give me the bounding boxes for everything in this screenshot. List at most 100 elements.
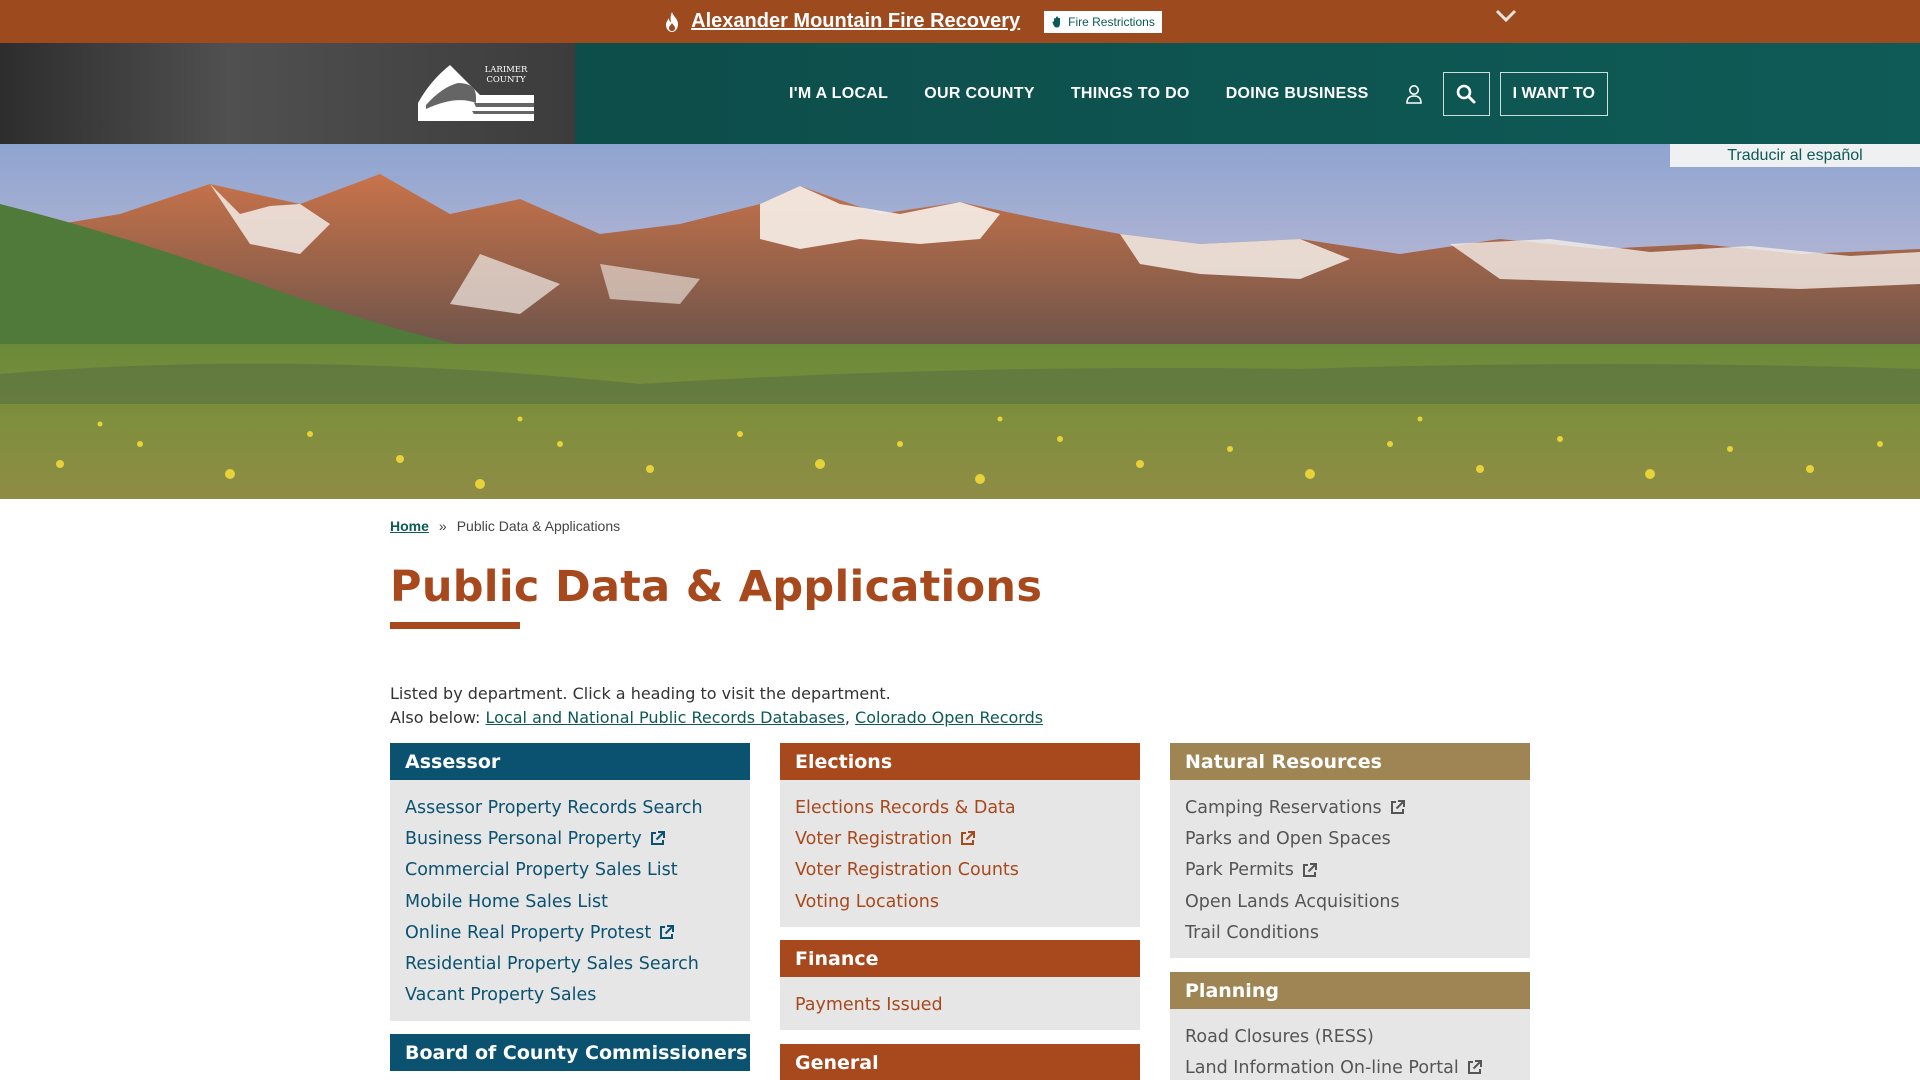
card-link[interactable]: Park Permits — [1185, 855, 1515, 886]
card-link[interactable]: Trail Conditions — [1185, 917, 1515, 948]
card-heading-planning[interactable]: Planning — [1170, 972, 1530, 1009]
card-link[interactable]: Residential Property Sales Search — [405, 948, 735, 979]
card-heading-natural-resources[interactable]: Natural Resources — [1170, 743, 1530, 780]
external-link-icon — [961, 831, 976, 846]
breadcrumb-separator: » — [438, 518, 447, 534]
fire-restrictions-button[interactable]: Fire Restrictions — [1044, 10, 1162, 33]
card-link-label: Residential Property Sales Search — [405, 954, 699, 975]
card-link-label: Road Closures (RESS) — [1185, 1026, 1374, 1047]
card-link[interactable]: Voting Locations — [795, 886, 1125, 917]
card-heading-board-of-county-commissioners[interactable]: Board of County Commissioners — [390, 1034, 750, 1071]
fire-recovery-link[interactable]: Alexander Mountain Fire Recovery — [691, 10, 1020, 33]
records-databases-link[interactable]: Local and National Public Records Databa… — [486, 708, 845, 727]
i-want-to-button[interactable]: I WANT TO — [1499, 71, 1608, 116]
card-link[interactable]: Parks and Open Spaces — [1185, 823, 1515, 854]
title-underline — [390, 622, 520, 629]
card-link-label: Payments Issued — [795, 994, 943, 1015]
nav-doing-business[interactable]: DOING BUSINESS — [1226, 85, 1369, 103]
card-heading-elections[interactable]: Elections — [780, 743, 1140, 780]
chevron-down-icon[interactable] — [1495, 8, 1517, 24]
card-link-label: Park Permits — [1185, 860, 1294, 881]
card-link[interactable]: Voter Registration Counts — [795, 855, 1125, 886]
card-link[interactable]: Road Closures (RESS) — [1185, 1021, 1515, 1052]
card-body: Payments Issued — [780, 977, 1140, 1030]
alert-content: Alexander Mountain Fire Recovery Fire Re… — [663, 10, 1162, 33]
intro-separator: , — [844, 708, 856, 727]
logo-text-line1: LARIMER — [485, 65, 528, 75]
card-link-label: Voting Locations — [795, 891, 939, 912]
intro-text: Listed by department. Click a heading to… — [390, 682, 1043, 730]
site-header: LARIMER COUNTY I'M A LOCAL OUR COUNTY TH… — [0, 43, 1920, 144]
card-link[interactable]: Payments Issued — [795, 989, 1125, 1020]
card-link-label: Voter Registration — [795, 828, 953, 849]
card-link[interactable]: Elections Records & Data — [795, 792, 1125, 823]
card-elections: Elections Elections Records & Data Voter R… — [780, 743, 1140, 928]
card-body: Camping Reservations Parks and Open Space… — [1170, 780, 1530, 958]
external-link-icon — [1467, 1060, 1482, 1075]
intro-line2: Also below: Local and National Public Re… — [390, 706, 1043, 730]
card-board-of-county-commissioners: Board of County Commissioners — [390, 1034, 750, 1071]
card-natural-resources: Natural Resources Camping Reservations Par… — [1170, 743, 1530, 959]
breadcrumb: Home » Public Data & Applications — [390, 518, 620, 534]
card-link[interactable]: Commercial Property Sales List — [405, 855, 735, 886]
search-icon — [1456, 84, 1476, 103]
user-icon[interactable] — [1405, 84, 1423, 104]
card-link[interactable]: Assessor Property Records Search — [405, 792, 735, 823]
card-link-label: Assessor Property Records Search — [405, 797, 703, 818]
external-link-icon — [1302, 862, 1317, 877]
breadcrumb-current: Public Data & Applications — [456, 518, 621, 534]
nav-things-to-do[interactable]: THINGS TO DO — [1071, 85, 1190, 103]
card-link[interactable]: Voter Registration — [795, 823, 1125, 854]
card-link-label: Land Information On-line Portal — [1185, 1057, 1459, 1078]
external-link-icon — [660, 925, 675, 940]
card-link[interactable]: Vacant Property Sales — [405, 980, 735, 1011]
card-link-label: Trail Conditions — [1185, 922, 1319, 943]
card-finance: Finance Payments Issued — [780, 940, 1140, 1031]
card-general: General — [780, 1044, 1140, 1080]
card-link[interactable]: Mobile Home Sales List — [405, 886, 735, 917]
card-link-label: Camping Reservations — [1185, 797, 1382, 818]
card-assessor: Assessor Assessor Property Records Search… — [390, 743, 750, 1022]
card-body: Road Closures (RESS) Land Information On-… — [1170, 1009, 1530, 1080]
translate-link[interactable]: Traducir al español — [1670, 144, 1920, 167]
card-planning: Planning Road Closures (RESS) Land Informa… — [1170, 972, 1530, 1080]
card-heading-assessor[interactable]: Assessor — [390, 743, 750, 780]
hand-icon — [1052, 16, 1061, 27]
larimer-county-logo[interactable]: LARIMER COUNTY — [416, 61, 536, 123]
card-body: Elections Records & Data Voter Registrati… — [780, 780, 1140, 927]
card-link-label: Voter Registration Counts — [795, 860, 1019, 881]
card-link-label: Vacant Property Sales — [405, 985, 597, 1006]
flame-icon — [666, 11, 679, 32]
card-heading-general[interactable]: General — [780, 1044, 1140, 1080]
external-link-icon — [1390, 800, 1405, 815]
search-button[interactable] — [1442, 71, 1490, 116]
external-link-icon — [650, 831, 665, 846]
nav-im-a-local[interactable]: I'M A LOCAL — [789, 85, 888, 103]
main-nav: I'M A LOCAL OUR COUNTY THINGS TO DO DOIN… — [789, 43, 1608, 144]
card-heading-finance[interactable]: Finance — [780, 940, 1140, 977]
card-link[interactable]: Camping Reservations — [1185, 792, 1515, 823]
mountain-landscape — [0, 144, 1920, 499]
card-link-label: Mobile Home Sales List — [405, 891, 608, 912]
breadcrumb-home[interactable]: Home — [390, 518, 429, 534]
fire-restrictions-label: Fire Restrictions — [1068, 14, 1155, 29]
page-title: Public Data & Applications — [390, 562, 1043, 612]
nav-our-county[interactable]: OUR COUNTY — [924, 85, 1035, 103]
card-link-label: Commercial Property Sales List — [405, 860, 678, 881]
card-link-label: Business Personal Property — [405, 828, 642, 849]
card-link-label: Online Real Property Protest — [405, 922, 652, 943]
card-link[interactable]: Land Information On-line Portal — [1185, 1052, 1515, 1080]
hero-image — [0, 144, 1920, 499]
card-link[interactable]: Open Lands Acquisitions — [1185, 886, 1515, 917]
card-link-label: Elections Records & Data — [795, 797, 1016, 818]
card-body: Assessor Property Records Search Business… — [390, 780, 750, 1021]
intro-line1: Listed by department. Click a heading to… — [390, 684, 891, 703]
logo-block: LARIMER COUNTY — [0, 43, 575, 144]
card-link-label: Parks and Open Spaces — [1185, 828, 1391, 849]
colorado-open-records-link[interactable]: Colorado Open Records — [855, 708, 1043, 727]
logo-text-line2: COUNTY — [486, 75, 526, 85]
intro-prefix: Also below: — [390, 708, 486, 727]
card-link[interactable]: Business Personal Property — [405, 823, 735, 854]
card-link-label: Open Lands Acquisitions — [1185, 891, 1400, 912]
card-link[interactable]: Online Real Property Protest — [405, 917, 735, 948]
